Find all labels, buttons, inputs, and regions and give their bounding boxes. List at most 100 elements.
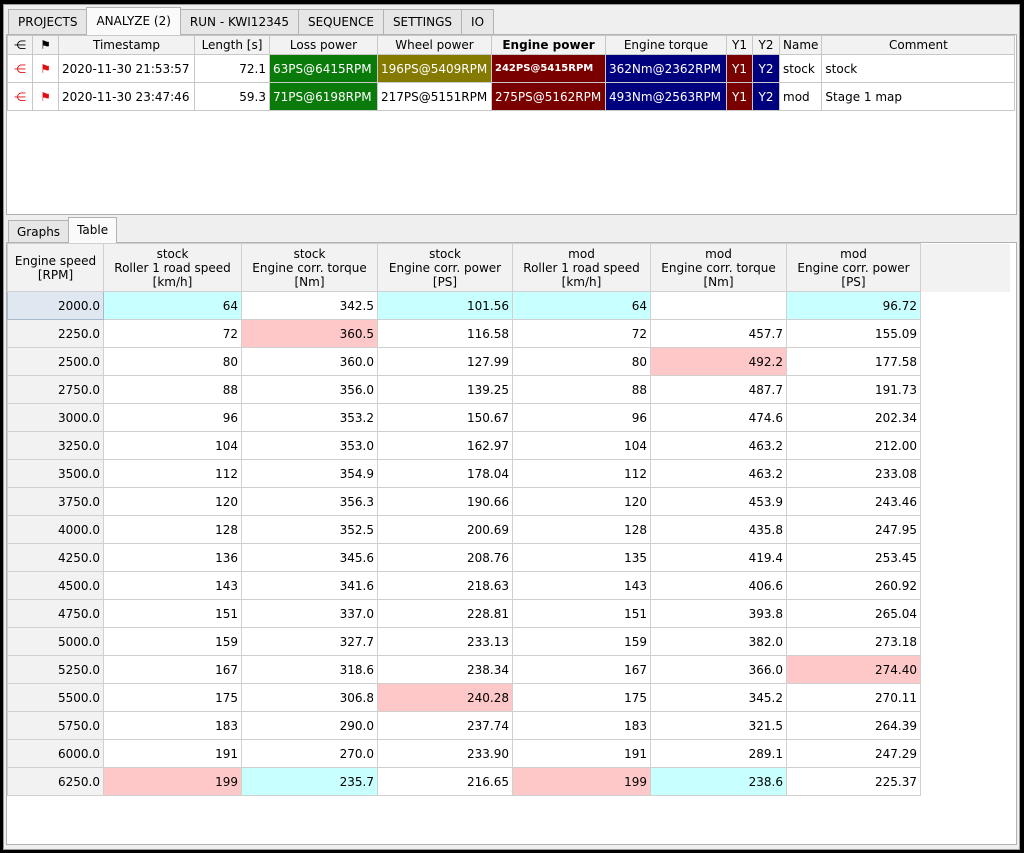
run-name[interactable]: mod xyxy=(778,82,823,111)
run-y1[interactable]: Y1 xyxy=(726,54,753,83)
table-cell[interactable]: 178.04 xyxy=(377,459,513,488)
table-cell[interactable]: 183 xyxy=(512,711,651,740)
table-cell[interactable]: 356.0 xyxy=(241,375,378,404)
table-cell[interactable]: 159 xyxy=(103,627,242,656)
table-cell[interactable]: 175 xyxy=(512,683,651,712)
table-cell[interactable]: 139.25 xyxy=(377,375,513,404)
table-cell[interactable]: 345.6 xyxy=(241,543,378,572)
row-header-rpm[interactable]: 5750.0 xyxy=(7,711,104,740)
table-cell[interactable]: 128 xyxy=(103,515,242,544)
table-cell[interactable]: 216.65 xyxy=(377,767,513,796)
table-cell[interactable]: 112 xyxy=(512,459,651,488)
tab-settings[interactable]: SETTINGS xyxy=(382,9,463,34)
row-header-rpm[interactable]: 3250.0 xyxy=(7,431,104,460)
table-cell[interactable]: 235.7 xyxy=(241,767,378,796)
table-cell[interactable]: 366.0 xyxy=(650,655,787,684)
table-cell[interactable]: 264.39 xyxy=(786,711,921,740)
flag-column-header[interactable]: ⚑ xyxy=(32,35,59,55)
run-row[interactable]: ⋲ ⚑ 2020-11-30 23:47:46 59.3 71PS@6198RP… xyxy=(7,82,1016,111)
table-cell[interactable]: 225.37 xyxy=(786,767,921,796)
table-cell[interactable]: 406.6 xyxy=(650,571,787,600)
table-cell[interactable]: 356.3 xyxy=(241,487,378,516)
table-cell[interactable]: 289.1 xyxy=(650,739,787,768)
table-cell[interactable]: 243.46 xyxy=(786,487,921,516)
table-cell[interactable]: 72 xyxy=(103,319,242,348)
table-cell[interactable] xyxy=(650,291,787,320)
comment-column-header[interactable]: Comment xyxy=(821,35,1016,55)
table-cell[interactable]: 88 xyxy=(512,375,651,404)
table-cell[interactable]: 306.8 xyxy=(241,683,378,712)
table-cell[interactable]: 435.8 xyxy=(650,515,787,544)
mod-road-speed-header[interactable]: mod Roller 1 road speed [km/h] xyxy=(512,243,651,292)
table-row[interactable]: 3250.0 104 353.0 162.97 104 463.2 212.00 xyxy=(7,431,1011,460)
table-row[interactable]: 4500.0 143 341.6 218.63 143 406.6 260.92 xyxy=(7,571,1011,600)
loss-power-column-header[interactable]: Loss power xyxy=(269,35,378,55)
table-cell[interactable]: 487.7 xyxy=(650,375,787,404)
run-comment[interactable]: stock xyxy=(821,54,1016,83)
table-cell[interactable]: 237.74 xyxy=(377,711,513,740)
table-cell[interactable]: 240.28 xyxy=(377,683,513,712)
table-cell[interactable]: 270.0 xyxy=(241,739,378,768)
table-cell[interactable]: 463.2 xyxy=(650,459,787,488)
table-row[interactable]: 2500.0 80 360.0 127.99 80 492.2 177.58 xyxy=(7,347,1011,376)
flag-icon[interactable]: ⚑ xyxy=(32,54,59,83)
run-y2[interactable]: Y2 xyxy=(752,82,780,111)
table-cell[interactable]: 120 xyxy=(512,487,651,516)
y2-column-header[interactable]: Y2 xyxy=(752,35,780,55)
table-cell[interactable]: 191 xyxy=(512,739,651,768)
engine-speed-header[interactable]: Engine speed [RPM] xyxy=(7,243,104,292)
table-cell[interactable]: 80 xyxy=(512,347,651,376)
select-icon[interactable]: ⋲ xyxy=(7,82,33,111)
table-cell[interactable]: 64 xyxy=(103,291,242,320)
flag-icon[interactable]: ⚑ xyxy=(32,82,59,111)
table-row[interactable]: 3500.0 112 354.9 178.04 112 463.2 233.08 xyxy=(7,459,1011,488)
stock-road-speed-header[interactable]: stock Roller 1 road speed [km/h] xyxy=(103,243,242,292)
table-cell[interactable]: 159 xyxy=(512,627,651,656)
table-cell[interactable]: 382.0 xyxy=(650,627,787,656)
table-cell[interactable]: 238.34 xyxy=(377,655,513,684)
run-y1[interactable]: Y1 xyxy=(726,82,753,111)
table-row[interactable]: 3750.0 120 356.3 190.66 120 453.9 243.46 xyxy=(7,487,1011,516)
table-cell[interactable]: 64 xyxy=(512,291,651,320)
table-cell[interactable]: 233.08 xyxy=(786,459,921,488)
select-icon[interactable]: ⋲ xyxy=(7,54,33,83)
table-cell[interactable]: 143 xyxy=(512,571,651,600)
table-cell[interactable]: 260.92 xyxy=(786,571,921,600)
table-row[interactable]: 5000.0 159 327.7 233.13 159 382.0 273.18 xyxy=(7,627,1011,656)
table-cell[interactable]: 116.58 xyxy=(377,319,513,348)
table-cell[interactable]: 341.6 xyxy=(241,571,378,600)
table-cell[interactable]: 199 xyxy=(512,767,651,796)
table-cell[interactable]: 151 xyxy=(512,599,651,628)
table-cell[interactable]: 72 xyxy=(512,319,651,348)
table-cell[interactable]: 342.5 xyxy=(241,291,378,320)
table-row[interactable]: 4750.0 151 337.0 228.81 151 393.8 265.04 xyxy=(7,599,1011,628)
table-cell[interactable]: 247.95 xyxy=(786,515,921,544)
row-header-rpm[interactable]: 3000.0 xyxy=(7,403,104,432)
table-cell[interactable]: 270.11 xyxy=(786,683,921,712)
table-cell[interactable]: 321.5 xyxy=(650,711,787,740)
table-cell[interactable]: 80 xyxy=(103,347,242,376)
table-cell[interactable]: 112 xyxy=(103,459,242,488)
table-cell[interactable]: 135 xyxy=(512,543,651,572)
table-cell[interactable]: 353.2 xyxy=(241,403,378,432)
table-cell[interactable]: 128 xyxy=(512,515,651,544)
tab-analyze[interactable]: ANALYZE (2) xyxy=(86,7,181,35)
table-cell[interactable]: 218.63 xyxy=(377,571,513,600)
table-cell[interactable]: 143 xyxy=(103,571,242,600)
table-cell[interactable]: 228.81 xyxy=(377,599,513,628)
table-row[interactable]: 4250.0 136 345.6 208.76 135 419.4 253.45 xyxy=(7,543,1011,572)
table-row[interactable]: 6250.0 199 235.7 216.65 199 238.6 225.37 xyxy=(7,767,1011,796)
table-cell[interactable]: 238.6 xyxy=(650,767,787,796)
row-header-rpm[interactable]: 2500.0 xyxy=(7,347,104,376)
table-cell[interactable]: 88 xyxy=(103,375,242,404)
row-header-rpm[interactable]: 5000.0 xyxy=(7,627,104,656)
table-cell[interactable]: 265.04 xyxy=(786,599,921,628)
row-header-rpm[interactable]: 5250.0 xyxy=(7,655,104,684)
table-cell[interactable]: 177.58 xyxy=(786,347,921,376)
table-cell[interactable]: 96.72 xyxy=(786,291,921,320)
table-cell[interactable]: 233.90 xyxy=(377,739,513,768)
table-row[interactable]: 2000.0 64 342.5 101.56 64 96.72 xyxy=(7,291,1011,320)
tab-graphs[interactable]: Graphs xyxy=(8,220,70,243)
stock-power-header[interactable]: stock Engine corr. power [PS] xyxy=(377,243,513,292)
table-row[interactable]: 6000.0 191 270.0 233.90 191 289.1 247.29 xyxy=(7,739,1011,768)
